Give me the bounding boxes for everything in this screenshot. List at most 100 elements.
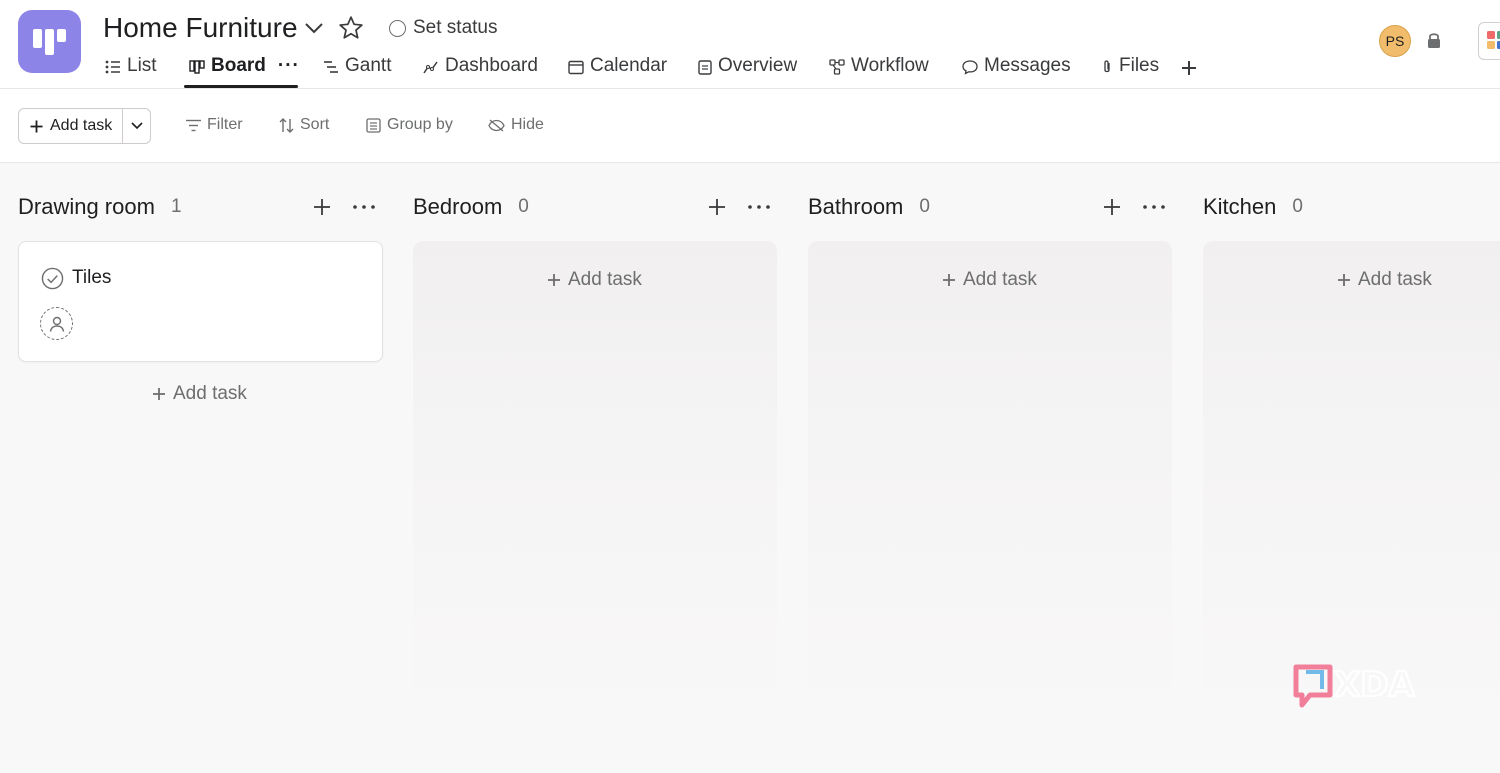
column-header-drawing-room: Drawing room 1 [18, 192, 182, 222]
plus-icon [1182, 61, 1196, 75]
column-count: 0 [518, 196, 529, 217]
tab-gantt[interactable]: Gantt [323, 55, 391, 89]
set-status-label: Set status [413, 17, 498, 38]
sort-label: Sort [300, 116, 330, 133]
column-count: 1 [170, 196, 182, 217]
tab-list[interactable]: List [105, 55, 157, 89]
messages-icon [962, 60, 978, 75]
column-header-kitchen: Kitchen 0 [1203, 192, 1303, 222]
sort-icon [279, 117, 294, 133]
hide-label: Hide [511, 116, 544, 133]
tab-workflow[interactable]: Workflow [829, 55, 929, 89]
column-add-task-button[interactable]: Add task [942, 269, 1037, 291]
tab-label: Board [211, 55, 266, 76]
star-icon[interactable] [338, 15, 364, 41]
column-count: 0 [919, 196, 930, 217]
active-tab-indicator [184, 85, 298, 88]
add-task-plus-icon[interactable] [707, 197, 727, 217]
tab-dashboard[interactable]: Dashboard [423, 55, 538, 89]
add-task-dropdown-button[interactable] [123, 109, 150, 143]
column-more-icon[interactable] [1142, 197, 1166, 217]
column-add-task-button[interactable]: Add task [547, 269, 642, 291]
add-task-button[interactable]: Add task [19, 109, 124, 143]
column-name[interactable]: Drawing room [18, 194, 155, 220]
tab-label: Messages [984, 55, 1071, 76]
avatar[interactable]: PS [1379, 25, 1411, 57]
project-title[interactable]: Home Furniture [103, 12, 298, 44]
plus-icon [548, 274, 560, 286]
board-toolbar: Add task Filter Sort Group by Hide [0, 89, 1500, 163]
tab-board[interactable]: Board ··· [189, 55, 300, 89]
lock-icon[interactable] [1426, 31, 1442, 49]
sort-button[interactable]: Sort [279, 116, 329, 134]
add-task-label: Add task [173, 383, 247, 404]
task-title: Tiles [72, 267, 112, 288]
add-task-plus-icon[interactable] [312, 197, 332, 217]
add-task-label: Add task [963, 269, 1037, 290]
person-icon [49, 316, 64, 332]
overview-icon [698, 60, 712, 75]
column-name[interactable]: Bathroom [808, 194, 903, 220]
workflow-icon [829, 59, 845, 75]
column-add-task-button[interactable]: Add task [152, 383, 247, 405]
add-tab-button[interactable] [1180, 55, 1198, 89]
gantt-icon [324, 61, 338, 73]
task-card[interactable]: Tiles [18, 241, 383, 362]
add-task-label: Add task [50, 117, 113, 134]
column-header-bathroom: Bathroom 0 [808, 192, 930, 222]
tab-label: List [127, 55, 157, 76]
watermark-text: XDA [1334, 665, 1415, 705]
column-body-bedroom [413, 241, 777, 731]
filter-icon [186, 119, 201, 131]
column-body-kitchen [1203, 241, 1500, 731]
tab-files[interactable]: Files [1101, 55, 1159, 89]
status-circle-icon [389, 19, 406, 37]
board-icon [189, 60, 205, 74]
chevron-down-icon[interactable] [302, 16, 326, 40]
add-task-plus-icon[interactable] [1102, 197, 1122, 217]
tab-label: Dashboard [445, 55, 538, 76]
column-name[interactable]: Bedroom [413, 194, 502, 220]
tab-label: Overview [718, 55, 798, 76]
group-by-icon [366, 117, 381, 133]
group-by-label: Group by [387, 116, 453, 133]
column-add-task-button[interactable]: Add task [1337, 269, 1432, 291]
tab-overview[interactable]: Overview [698, 55, 797, 89]
list-icon [105, 60, 120, 74]
xda-watermark-logo: XDA [1293, 664, 1417, 708]
tab-label: Files [1119, 55, 1160, 76]
column-name[interactable]: Kitchen [1203, 194, 1276, 220]
project-board-icon[interactable] [18, 10, 81, 73]
tab-label: Gantt [345, 55, 392, 76]
app-switcher-button[interactable] [1478, 22, 1500, 60]
add-task-label: Add task [568, 269, 642, 290]
chevron-down-icon [131, 122, 143, 130]
add-task-label: Add task [1358, 269, 1432, 290]
check-circle-icon[interactable] [41, 267, 64, 290]
plus-icon [1338, 274, 1350, 286]
add-task-split-button: Add task [18, 108, 152, 144]
paperclip-icon [1104, 60, 1110, 73]
filter-button[interactable]: Filter [186, 116, 243, 134]
eye-slash-icon [488, 119, 505, 131]
plus-icon [30, 120, 43, 132]
column-body-bathroom [808, 241, 1172, 731]
plus-icon [153, 388, 165, 400]
plus-icon [943, 274, 955, 286]
calendar-icon [568, 60, 584, 75]
hide-button[interactable]: Hide [488, 116, 544, 134]
group-by-button[interactable]: Group by [366, 116, 453, 134]
tab-calendar[interactable]: Calendar [568, 55, 667, 89]
column-more-icon[interactable] [747, 197, 771, 217]
dashboard-icon [423, 61, 438, 74]
column-more-icon[interactable] [352, 197, 376, 217]
set-status-button[interactable]: Set status [389, 17, 498, 39]
more-options-icon[interactable]: ··· [278, 55, 300, 77]
tab-label: Workflow [851, 55, 929, 76]
column-header-bedroom: Bedroom 0 [413, 192, 529, 222]
column-count: 0 [1292, 196, 1303, 217]
assignee-icon[interactable] [40, 307, 73, 340]
apps-icon [1487, 31, 1500, 49]
tab-messages[interactable]: Messages [962, 55, 1071, 89]
tab-label: Calendar [590, 55, 668, 76]
